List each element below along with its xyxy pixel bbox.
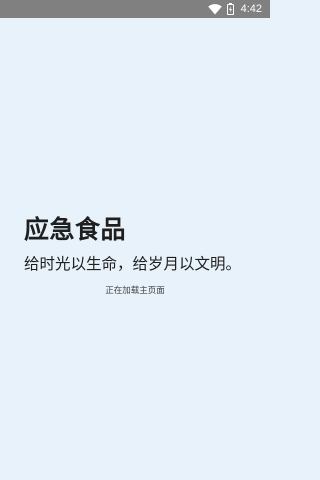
status-time: 4:42 [240, 3, 262, 15]
app-title: 应急食品 [24, 215, 127, 244]
battery-icon [226, 3, 234, 15]
app-slogan: 给时光以生命，给岁月以文明。 [24, 255, 242, 273]
status-icons: 4:42 [207, 0, 262, 18]
loading-status: 正在加载主页面 [105, 286, 165, 296]
splash-content: 应急食品 给时光以生命，给岁月以文明。 [24, 213, 264, 275]
status-bar: 4:42 [0, 0, 270, 18]
wifi-icon [207, 3, 222, 15]
